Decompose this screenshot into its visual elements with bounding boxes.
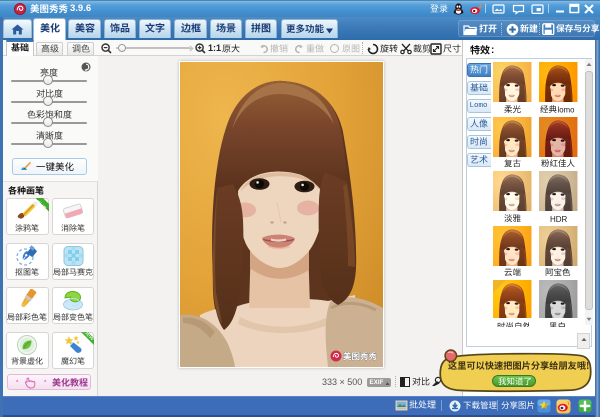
svg-text:lomo: lomo (558, 105, 576, 114)
